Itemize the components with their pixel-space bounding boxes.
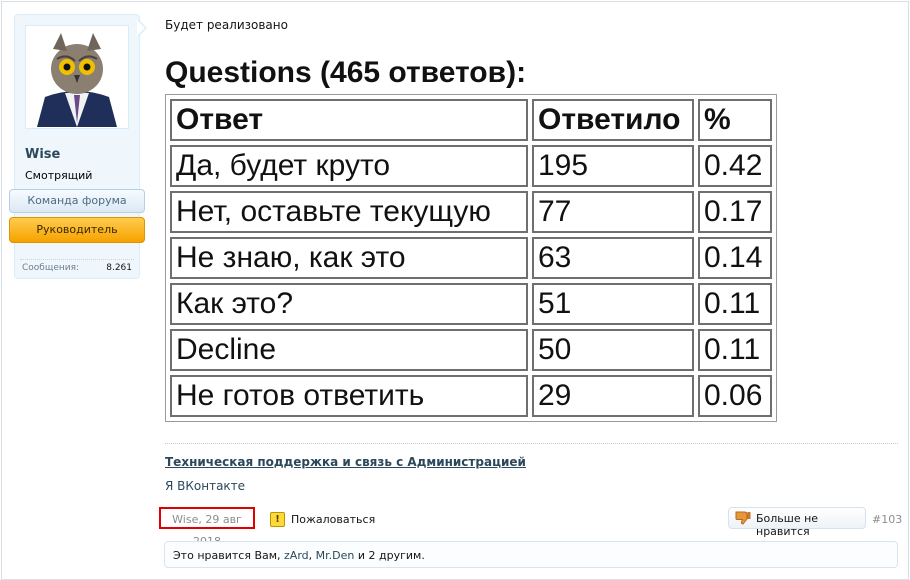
likes-prefix: Это нравится xyxy=(173,549,255,562)
user-banner-team: Команда форума xyxy=(9,189,145,213)
liker-user-link[interactable]: Mr.Den xyxy=(316,549,355,562)
poll-count: 77 xyxy=(532,191,694,233)
thumbs-down-icon xyxy=(735,511,751,525)
poll-answer: Как это? xyxy=(170,283,528,325)
signature-divider xyxy=(165,443,898,444)
liker-user-link[interactable]: zArd xyxy=(284,549,309,562)
poll-count: 51 xyxy=(532,283,694,325)
poll-percent: 0.14 xyxy=(698,237,772,279)
likes-summary: Это нравится Вам, zArd, Mr.Den и 2 други… xyxy=(164,541,898,568)
poll-percent: 0.17 xyxy=(698,191,772,233)
poll-count: 195 xyxy=(532,145,694,187)
likes-you: Вам xyxy=(254,549,278,562)
unlike-label: Больше не нравится xyxy=(756,512,819,538)
avatar[interactable] xyxy=(25,25,129,129)
poll-percent: 0.11 xyxy=(698,329,772,371)
poll-percent: 0.11 xyxy=(698,283,772,325)
username-link[interactable]: Wise xyxy=(25,147,60,162)
post-date-link[interactable]: Wise, 29 авг 2018 xyxy=(159,507,255,548)
poll-header-count: Ответило xyxy=(532,99,694,141)
poll-count: 50 xyxy=(532,329,694,371)
poll-title: Questions (465 ответов): xyxy=(165,58,527,89)
poll-answer: Нет, оставьте текущую xyxy=(170,191,528,233)
likes-sep: , xyxy=(308,549,316,562)
likes-others-link[interactable]: и 2 другим. xyxy=(354,549,425,562)
warning-icon[interactable]: ! xyxy=(270,512,285,527)
poll-answer: Decline xyxy=(170,329,528,371)
poll-row: Не знаю, как это 63 0.14 xyxy=(170,237,772,279)
poll-percent: 0.42 xyxy=(698,145,772,187)
poll-count: 63 xyxy=(532,237,694,279)
poll-count: 29 xyxy=(532,375,694,417)
poll-percent: 0.06 xyxy=(698,375,772,417)
message-count-row: Сообщения: 8.261 xyxy=(20,259,134,273)
poll-header-answer: Ответ xyxy=(170,99,528,141)
poll-header-percent: % xyxy=(698,99,772,141)
poll-row: Decline 50 0.11 xyxy=(170,329,772,371)
user-banner-leader: Руководитель xyxy=(9,217,145,243)
owl-avatar-icon xyxy=(27,27,127,127)
poll-header-row: Ответ Ответило % xyxy=(170,99,772,141)
post-number-link[interactable]: #103 xyxy=(872,513,902,526)
poll-table: Ответ Ответило % Да, будет круто 195 0.4… xyxy=(165,94,777,422)
user-title: Смотрящий xyxy=(25,169,93,182)
message-count-value[interactable]: 8.261 xyxy=(106,263,132,273)
poll-answer: Не готов ответить xyxy=(170,375,528,417)
unlike-button[interactable]: Больше не нравится xyxy=(728,507,866,538)
support-link[interactable]: Техническая поддержка и связь с Админист… xyxy=(165,455,526,469)
poll-answer: Да, будет круто xyxy=(170,145,528,187)
poll-answer: Не знаю, как это xyxy=(170,237,528,279)
poll-row: Нет, оставьте текущую 77 0.17 xyxy=(170,191,772,233)
poll-row: Как это? 51 0.11 xyxy=(170,283,772,325)
poll-results-image: Questions (465 ответов): Ответ Ответило … xyxy=(165,58,825,430)
poll-row: Не готов ответить 29 0.06 xyxy=(170,375,772,417)
message-text: Будет реализовано xyxy=(165,18,288,32)
message-count-label: Сообщения: xyxy=(22,263,80,273)
card-arrow-inner xyxy=(137,20,145,36)
likes-sep: , xyxy=(277,549,285,562)
vk-link[interactable]: Я ВКонтакте xyxy=(165,479,245,493)
report-link[interactable]: Пожаловаться xyxy=(291,513,375,526)
user-info-card: Wise Смотрящий Команда форума Руководите… xyxy=(9,14,145,279)
poll-row: Да, будет круто 195 0.42 xyxy=(170,145,772,187)
